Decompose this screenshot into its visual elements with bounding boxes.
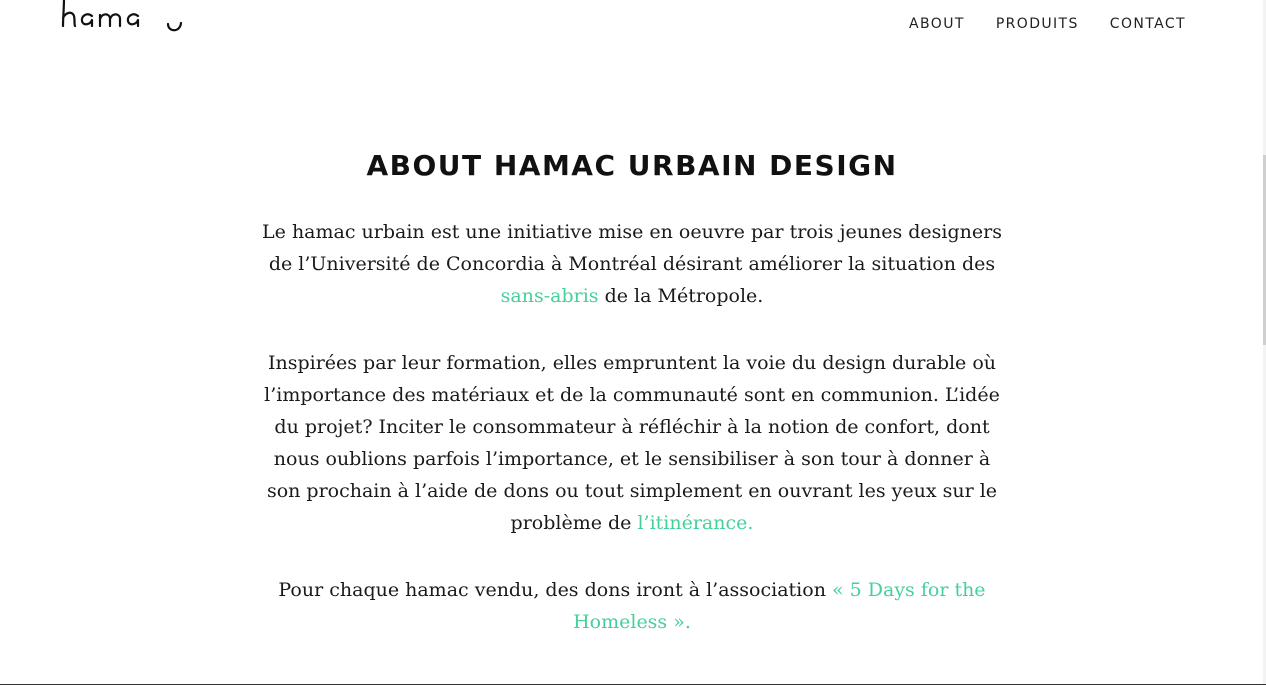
intro-text-end: de la Métropole. [598, 285, 764, 307]
main-nav: ABOUT PRODUITS CONTACT [878, 16, 1186, 32]
donation-paragraph: Pour chaque hamac vendu, des dons iront … [258, 574, 1006, 638]
logo[interactable] [60, 0, 190, 42]
about-section: ABOUT HAMAC URBAIN DESIGN Le hamac urbai… [258, 140, 1006, 638]
mission-paragraph: Inspirées par leur formation, elles empr… [258, 347, 1006, 539]
intro-text: Le hamac urbain est une initiative mise … [262, 221, 1002, 275]
nav-produits[interactable]: PRODUITS [996, 16, 1079, 32]
mission-text: Inspirées par leur formation, elles empr… [264, 352, 1000, 534]
itinerance-link[interactable]: l’itinérance. [637, 512, 753, 534]
sans-abris-link[interactable]: sans-abris [501, 285, 599, 307]
nav-contact[interactable]: CONTACT [1110, 16, 1186, 32]
donation-text: Pour chaque hamac vendu, des dons iront … [278, 579, 832, 601]
intro-paragraph: Le hamac urbain est une initiative mise … [258, 216, 1006, 312]
site-header: ABOUT PRODUITS CONTACT [0, 0, 1266, 60]
page-title: ABOUT HAMAC URBAIN DESIGN [366, 149, 898, 182]
nav-about[interactable]: ABOUT [909, 16, 965, 32]
handwritten-logo-icon [61, 0, 183, 32]
